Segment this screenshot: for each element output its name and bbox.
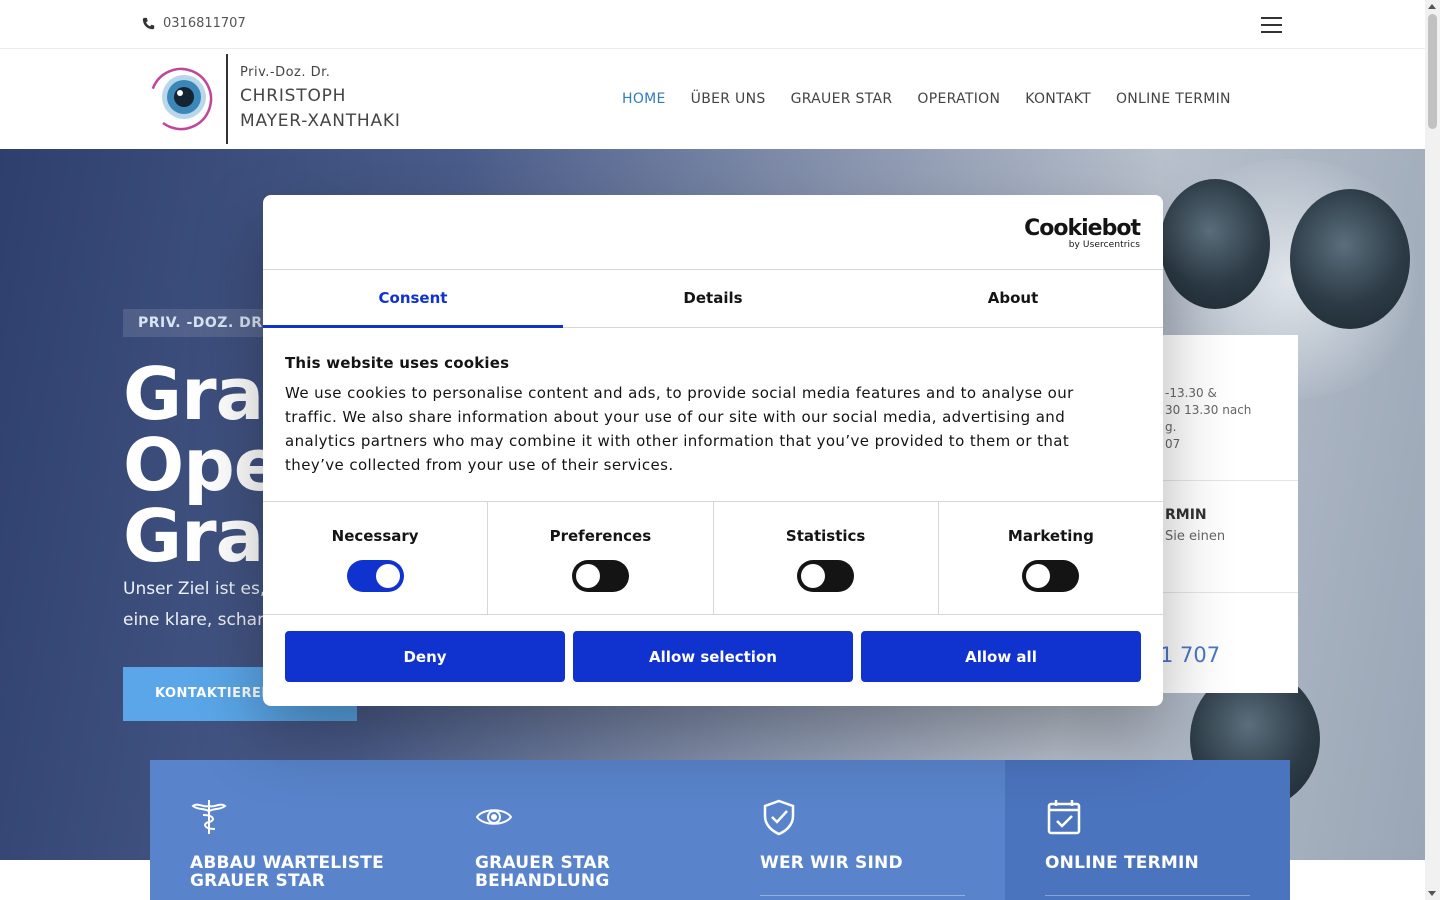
tab-about[interactable]: About xyxy=(863,270,1163,327)
scroll-down-arrow-icon[interactable] xyxy=(1428,891,1436,896)
tab-details[interactable]: Details xyxy=(563,270,863,327)
consent-text-line: they’ve collected from your use of their… xyxy=(285,456,674,474)
cookiebot-wordmark: Cookiebot xyxy=(1024,216,1141,241)
consent-text-line: analytics partners who may combine it wi… xyxy=(285,432,1070,450)
dialog-header: Cookiebot by Usercentrics xyxy=(263,195,1163,270)
toggle-marketing-group: Marketing xyxy=(939,502,1163,614)
toggle-knob xyxy=(375,564,400,588)
dialog-tabs: Consent Details About xyxy=(263,270,1163,328)
cookie-consent-dialog: Cookiebot by Usercentrics Consent Detail… xyxy=(263,195,1163,706)
consent-heading: This website uses cookies xyxy=(285,354,510,372)
toggle-knob xyxy=(801,564,826,588)
toggle-necessary-group: Necessary xyxy=(263,502,489,614)
scroll-up-arrow-icon[interactable] xyxy=(1428,4,1436,9)
consent-toggles: Necessary Preferences Statistics Marketi… xyxy=(263,502,1163,615)
allow-all-button[interactable]: Allow all xyxy=(861,631,1141,682)
consent-text-line: We use cookies to personalise content an… xyxy=(285,384,1074,402)
toggle-knob xyxy=(1026,564,1051,588)
deny-button[interactable]: Deny xyxy=(285,631,565,682)
toggle-label: Preferences xyxy=(549,527,652,545)
cookiebot-logo[interactable]: Cookiebot by Usercentrics xyxy=(1024,216,1141,251)
toggle-label: Statistics xyxy=(785,527,866,545)
consent-text: We use cookies to personalise content an… xyxy=(285,381,1141,477)
necessary-toggle[interactable] xyxy=(346,560,404,592)
allow-selection-button[interactable]: Allow selection xyxy=(573,631,853,682)
toggle-preferences-group: Preferences xyxy=(488,502,714,614)
marketing-toggle[interactable] xyxy=(1022,560,1080,592)
consent-buttons: Deny Allow selection Allow all xyxy=(263,615,1163,682)
tab-consent[interactable]: Consent xyxy=(263,270,563,328)
consent-body: This website uses cookies We use cookies… xyxy=(263,328,1163,502)
statistics-toggle[interactable] xyxy=(797,560,855,592)
preferences-toggle[interactable] xyxy=(571,560,629,592)
consent-text-line: traffic. We also share information about… xyxy=(285,408,1066,426)
scrollbar-thumb[interactable] xyxy=(1428,14,1437,129)
toggle-knob xyxy=(575,564,600,588)
page-scrollbar[interactable] xyxy=(1425,0,1440,900)
toggle-statistics-group: Statistics xyxy=(714,502,939,614)
toggle-label: Marketing xyxy=(1007,527,1094,545)
modal-overlay: Cookiebot by Usercentrics Consent Detail… xyxy=(0,0,1425,900)
toggle-label: Necessary xyxy=(331,527,419,545)
